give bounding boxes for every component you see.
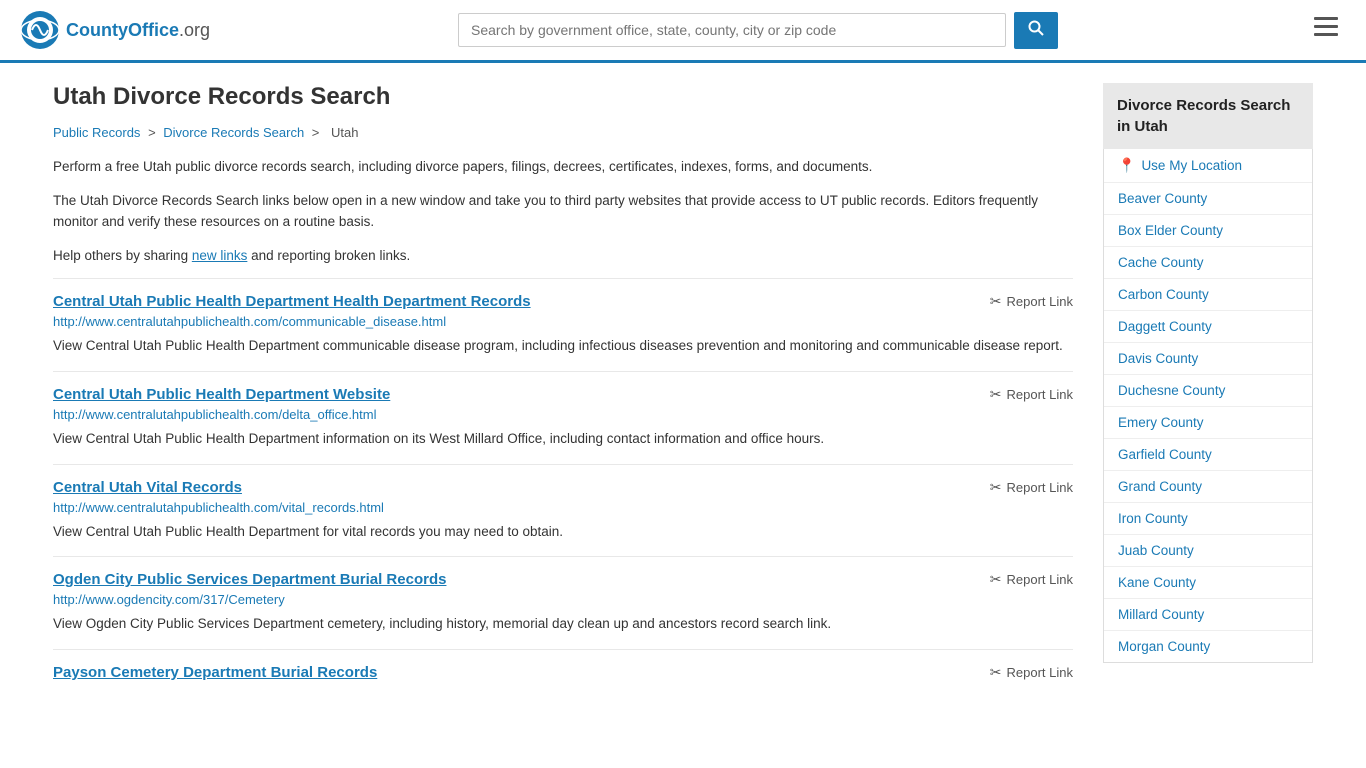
report-icon: ✂ [990, 386, 1002, 403]
sidebar-link-iron[interactable]: Iron County [1104, 503, 1312, 535]
result-header: Payson Cemetery Department Burial Record… [53, 664, 1073, 681]
sidebar-content: 📍 Use My Location Beaver County Box Elde… [1103, 149, 1313, 663]
results-list: Central Utah Public Health Department He… [53, 278, 1073, 694]
result-desc: View Central Utah Public Health Departme… [53, 335, 1073, 357]
result-url[interactable]: http://www.centralutahpublichealth.com/d… [53, 407, 1073, 422]
logo-area: CountyOffice.org [20, 10, 210, 50]
sidebar-link-kane[interactable]: Kane County [1104, 567, 1312, 599]
main-container: Utah Divorce Records Search Public Recor… [33, 63, 1333, 735]
result-title[interactable]: Central Utah Vital Records [53, 479, 242, 496]
result-item: Central Utah Vital Records ✂ Report Link… [53, 464, 1073, 557]
result-item: Central Utah Public Health Department We… [53, 371, 1073, 464]
breadcrumb-utah: Utah [331, 125, 358, 140]
result-header: Central Utah Public Health Department He… [53, 293, 1073, 310]
result-desc: View Ogden City Public Services Departme… [53, 613, 1073, 635]
menu-button[interactable] [1306, 13, 1346, 47]
result-title[interactable]: Central Utah Public Health Department He… [53, 293, 531, 310]
use-my-location-label: Use My Location [1141, 158, 1242, 173]
sidebar-link-garfield[interactable]: Garfield County [1104, 439, 1312, 471]
report-icon: ✂ [990, 479, 1002, 496]
report-icon: ✂ [990, 293, 1002, 310]
result-item: Payson Cemetery Department Burial Record… [53, 649, 1073, 695]
sidebar-title: Divorce Records Search in Utah [1103, 83, 1313, 149]
report-link-button[interactable]: ✂ Report Link [990, 571, 1073, 588]
sidebar-link-davis[interactable]: Davis County [1104, 343, 1312, 375]
breadcrumb: Public Records > Divorce Records Search … [53, 125, 1073, 140]
location-pin-icon: 📍 [1118, 157, 1135, 174]
sidebar-link-morgan[interactable]: Morgan County [1104, 631, 1312, 662]
search-button[interactable] [1014, 12, 1058, 49]
sidebar-link-emery[interactable]: Emery County [1104, 407, 1312, 439]
logo-text: CountyOffice.org [66, 20, 210, 41]
result-title[interactable]: Payson Cemetery Department Burial Record… [53, 664, 377, 681]
sidebar-link-millard[interactable]: Millard County [1104, 599, 1312, 631]
search-input[interactable] [458, 13, 1006, 47]
search-area [458, 12, 1058, 49]
report-link-button[interactable]: ✂ Report Link [990, 664, 1073, 681]
report-icon: ✂ [990, 571, 1002, 588]
report-link-button[interactable]: ✂ Report Link [990, 293, 1073, 310]
breadcrumb-divorce-records[interactable]: Divorce Records Search [163, 125, 304, 140]
result-url[interactable]: http://www.ogdencity.com/317/Cemetery [53, 592, 1073, 607]
sidebar-link-cache[interactable]: Cache County [1104, 247, 1312, 279]
sidebar-link-beaver[interactable]: Beaver County [1104, 183, 1312, 215]
header: CountyOffice.org [0, 0, 1366, 63]
result-item: Ogden City Public Services Department Bu… [53, 556, 1073, 649]
sidebar-link-juab[interactable]: Juab County [1104, 535, 1312, 567]
sidebar-link-carbon[interactable]: Carbon County [1104, 279, 1312, 311]
report-link-button[interactable]: ✂ Report Link [990, 479, 1073, 496]
sidebar-link-box-elder[interactable]: Box Elder County [1104, 215, 1312, 247]
breadcrumb-public-records[interactable]: Public Records [53, 125, 140, 140]
result-item: Central Utah Public Health Department He… [53, 278, 1073, 371]
result-header: Ogden City Public Services Department Bu… [53, 571, 1073, 588]
sidebar: Divorce Records Search in Utah 📍 Use My … [1103, 83, 1313, 695]
search-icon [1028, 20, 1044, 36]
page-title: Utah Divorce Records Search [53, 83, 1073, 111]
result-header: Central Utah Public Health Department We… [53, 386, 1073, 403]
result-title[interactable]: Ogden City Public Services Department Bu… [53, 571, 446, 588]
sidebar-link-duchesne[interactable]: Duchesne County [1104, 375, 1312, 407]
result-desc: View Central Utah Public Health Departme… [53, 521, 1073, 543]
description-1: Perform a free Utah public divorce recor… [53, 156, 1073, 178]
sidebar-link-grand[interactable]: Grand County [1104, 471, 1312, 503]
content-area: Utah Divorce Records Search Public Recor… [53, 83, 1073, 695]
result-url[interactable]: http://www.centralutahpublichealth.com/c… [53, 314, 1073, 329]
logo-icon [20, 10, 60, 50]
new-links-link[interactable]: new links [192, 248, 248, 263]
result-title[interactable]: Central Utah Public Health Department We… [53, 386, 390, 403]
result-header: Central Utah Vital Records ✂ Report Link [53, 479, 1073, 496]
result-url[interactable]: http://www.centralutahpublichealth.com/v… [53, 500, 1073, 515]
use-my-location[interactable]: 📍 Use My Location [1104, 149, 1312, 183]
report-icon: ✂ [990, 664, 1002, 681]
result-desc: View Central Utah Public Health Departme… [53, 428, 1073, 450]
description-3: Help others by sharing new links and rep… [53, 245, 1073, 267]
hamburger-icon [1314, 17, 1338, 37]
sidebar-link-daggett[interactable]: Daggett County [1104, 311, 1312, 343]
report-link-button[interactable]: ✂ Report Link [990, 386, 1073, 403]
description-2: The Utah Divorce Records Search links be… [53, 190, 1073, 233]
